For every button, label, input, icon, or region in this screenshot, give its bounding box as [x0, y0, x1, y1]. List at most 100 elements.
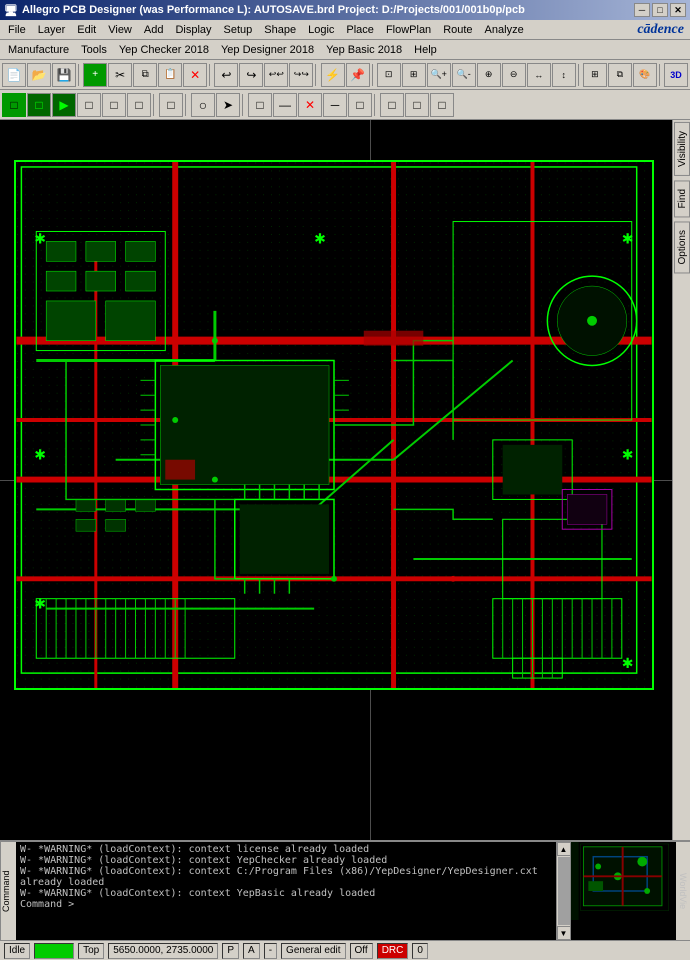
status-drc[interactable]: DRC	[377, 943, 409, 959]
scroll-down-button[interactable]: ▼	[557, 926, 571, 940]
tb-zoom-out[interactable]: 🔍-	[452, 63, 476, 87]
tb-sep-4	[372, 64, 375, 86]
tb2-rect[interactable]: □	[248, 93, 272, 117]
tb-cut[interactable]: ✂	[108, 63, 132, 87]
menu-place[interactable]: Place	[340, 22, 380, 38]
console-line-1: W- *WARNING* (loadContext): context lice…	[20, 844, 552, 855]
tb-grid[interactable]: ⊞	[583, 63, 607, 87]
tb-pin[interactable]: 📌	[346, 63, 370, 87]
tb-zoom-prev[interactable]: ⊖	[502, 63, 526, 87]
minimize-button[interactable]: ─	[634, 3, 650, 17]
svg-text:✱: ✱	[34, 596, 46, 612]
svg-text:✱: ✱	[622, 230, 634, 246]
tb2-circle[interactable]: ○	[191, 93, 215, 117]
tb-new[interactable]: 📄	[2, 63, 26, 87]
tb2-minus[interactable]: ─	[323, 93, 347, 117]
tb-save[interactable]: 💾	[52, 63, 76, 87]
console-scrollbar: ▲ ▼	[556, 842, 570, 940]
tb2-6[interactable]: □	[127, 93, 151, 117]
tb2-sq3[interactable]: □	[380, 93, 404, 117]
tab-find[interactable]: Find	[674, 180, 690, 217]
tb-paste[interactable]: 📋	[158, 63, 182, 87]
svg-text:✱: ✱	[34, 447, 46, 463]
tb-add-connect[interactable]: +	[83, 63, 107, 87]
window-title: Allegro PCB Designer (was Performance L)…	[22, 4, 525, 16]
tb-pan[interactable]: ↕	[552, 63, 576, 87]
menu-analyze[interactable]: Analyze	[479, 22, 530, 38]
tb2-arrow[interactable]: ➤	[216, 93, 240, 117]
menu-file[interactable]: File	[2, 22, 32, 38]
menu-tools[interactable]: Tools	[75, 42, 113, 58]
tb-sep-6	[659, 64, 662, 86]
tb-redo[interactable]: ↪	[239, 63, 263, 87]
title-bar: 🖥 Allegro PCB Designer (was Performance …	[0, 0, 690, 20]
scroll-track[interactable]	[558, 857, 570, 925]
menu-logic[interactable]: Logic	[302, 22, 340, 38]
tb-zoom-in[interactable]: 🔍+	[427, 63, 451, 87]
close-button[interactable]: ✕	[670, 3, 686, 17]
tb2-sq2[interactable]: □	[348, 93, 372, 117]
tb2-sq5[interactable]: □	[430, 93, 454, 117]
menu-view[interactable]: View	[102, 22, 138, 38]
status-bar: Idle Top 5650.0000, 2735.0000 P A - Gene…	[0, 940, 690, 960]
tb-sep-1	[78, 64, 81, 86]
tb-zoom-next[interactable]: ↔	[527, 63, 551, 87]
tb2-4[interactable]: □	[77, 93, 101, 117]
tab-visibility[interactable]: Visibility	[674, 122, 690, 176]
menu-layer[interactable]: Layer	[32, 22, 72, 38]
tb-layers[interactable]: ⧉	[608, 63, 632, 87]
status-idle: Idle	[4, 943, 30, 959]
cadence-logo: cādence	[637, 22, 688, 38]
tb-open[interactable]: 📂	[27, 63, 51, 87]
tb-zoom-board[interactable]: ⊞	[402, 63, 426, 87]
scroll-up-button[interactable]: ▲	[557, 842, 571, 856]
menu-setup[interactable]: Setup	[218, 22, 259, 38]
tb-undo[interactable]: ↩	[214, 63, 238, 87]
command-label: Command	[0, 842, 16, 940]
tb-color[interactable]: 🎨	[633, 63, 657, 87]
pcb-svg: ✱ ✱ ✱ ✱ ✱ ✱ ✱	[16, 162, 652, 688]
menu-display[interactable]: Display	[169, 22, 217, 38]
worldview-label: WorldVie	[676, 842, 690, 940]
tb-3d[interactable]: 3D	[664, 63, 688, 87]
tb2-1[interactable]: □	[2, 93, 26, 117]
tb-sep-5	[578, 64, 581, 86]
tb-redo2[interactable]: ↪↪	[289, 63, 313, 87]
menu-edit[interactable]: Edit	[71, 22, 102, 38]
menu-help[interactable]: Help	[408, 42, 443, 58]
tb-zoom-fit[interactable]: ⊡	[377, 63, 401, 87]
minimap-area: WorldVie	[570, 842, 690, 940]
menu-flowplan[interactable]: FlowPlan	[380, 22, 437, 38]
tb-copy[interactable]: ⧉	[133, 63, 157, 87]
maximize-button[interactable]: □	[652, 3, 668, 17]
menu-yep-designer[interactable]: Yep Designer 2018	[215, 42, 320, 58]
menu-add[interactable]: Add	[138, 22, 170, 38]
tb2-x[interactable]: ✕	[298, 93, 322, 117]
tb-sep-3	[315, 64, 318, 86]
title-text: 🖥 Allegro PCB Designer (was Performance …	[4, 4, 525, 17]
status-counter: 0	[412, 943, 428, 959]
tb-undo2[interactable]: ↩↩	[264, 63, 288, 87]
status-mode: General edit	[281, 943, 345, 959]
tb2-2[interactable]: □	[27, 93, 51, 117]
tb-sep-2	[209, 64, 212, 86]
menu-shape[interactable]: Shape	[258, 22, 302, 38]
svg-text:✱: ✱	[622, 655, 634, 671]
menu-yep-checker[interactable]: Yep Checker 2018	[113, 42, 215, 58]
tb-delete[interactable]: ✕	[183, 63, 207, 87]
canvas-area[interactable]: ✱ ✱ ✱ ✱ ✱ ✱ ✱	[0, 120, 672, 840]
menu-route[interactable]: Route	[437, 22, 478, 38]
tb2-7[interactable]: □	[159, 93, 183, 117]
console-text[interactable]: W- *WARNING* (loadContext): context lice…	[16, 842, 556, 940]
tb2-sq4[interactable]: □	[405, 93, 429, 117]
menu-manufacture[interactable]: Manufacture	[2, 42, 75, 58]
tb2-5[interactable]: □	[102, 93, 126, 117]
minimap-canvas	[571, 842, 690, 920]
tab-options[interactable]: Options	[674, 221, 690, 273]
tb2-3[interactable]: ▶	[52, 93, 76, 117]
pcb-board[interactable]: ✱ ✱ ✱ ✱ ✱ ✱ ✱	[14, 160, 654, 690]
tb2-line[interactable]: —	[273, 93, 297, 117]
tb-ratsnest[interactable]: ⚡	[321, 63, 345, 87]
menu-yep-basic[interactable]: Yep Basic 2018	[320, 42, 408, 58]
tb-zoom-custom[interactable]: ⊕	[477, 63, 501, 87]
